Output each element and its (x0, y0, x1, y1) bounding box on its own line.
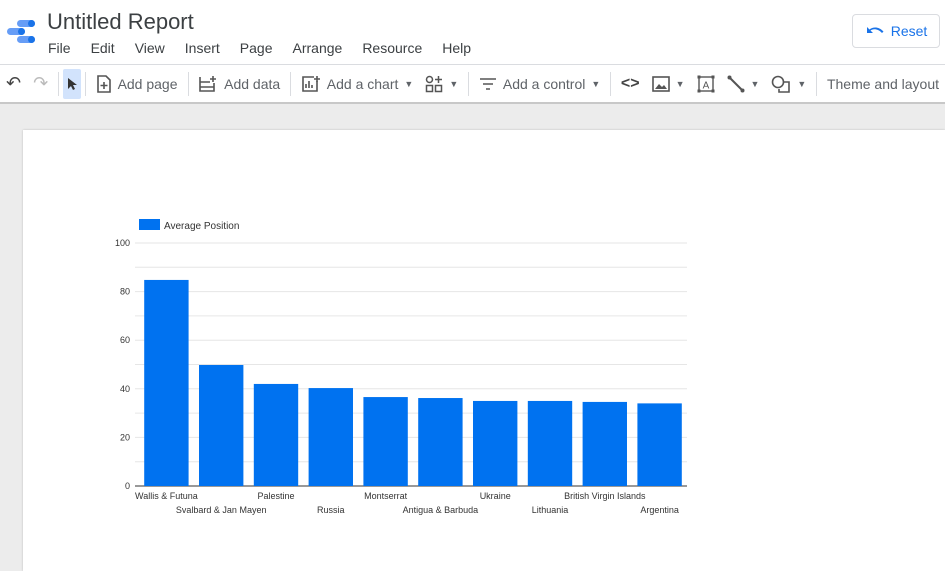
select-tool-button[interactable] (62, 68, 81, 99)
divider (816, 71, 817, 96)
add-control-button[interactable]: Add a control ▼ (473, 69, 606, 99)
dropdown-caret-icon: ▼ (750, 78, 760, 89)
add-chart-icon (301, 75, 320, 92)
menu-view[interactable]: View (125, 40, 175, 56)
legend-label: Average Position (164, 221, 239, 232)
line-button[interactable]: ▼ (721, 69, 766, 99)
dropdown-caret-icon: ▼ (591, 78, 601, 89)
undo-arrow-icon (866, 27, 884, 33)
components-icon (426, 75, 443, 92)
bar (144, 279, 189, 486)
y-tick-label: 40 (120, 384, 130, 394)
bar (473, 400, 518, 486)
shape-button[interactable]: ▼ (765, 69, 812, 99)
add-page-button[interactable]: Add page (90, 69, 184, 99)
text-box-icon: A (697, 75, 714, 92)
code-icon: <> (620, 74, 640, 92)
dropdown-caret-icon: ▼ (675, 78, 685, 89)
redo-button[interactable]: ↷ (27, 69, 54, 99)
add-page-icon (96, 74, 111, 93)
bar (418, 398, 463, 486)
y-tick-label: 80 (120, 287, 130, 297)
bar (527, 400, 573, 486)
report-canvas[interactable]: Wallis & Futuna Svalbard & Jan Mayen Pales… (23, 130, 945, 571)
bar-chart[interactable]: Wallis & Futuna Svalbard & Jan Mayen Pales… (23, 130, 723, 550)
theme-layout-button[interactable]: Theme and layout (821, 69, 945, 99)
add-data-label: Add data (224, 75, 281, 92)
x-tick-label: Svalbard & Jan Mayen (176, 505, 267, 515)
x-tick-label: Russia (317, 505, 345, 515)
menu-edit[interactable]: Edit (81, 40, 125, 56)
image-icon (651, 75, 670, 92)
menu-file[interactable]: File (38, 40, 81, 56)
x-tick-label: Antigua & Barbuda (403, 505, 479, 515)
x-tick-label: Argentina (640, 505, 679, 515)
menu-arrange[interactable]: Arrange (283, 40, 353, 56)
dropdown-caret-icon: ▼ (797, 78, 807, 89)
divider (58, 71, 59, 96)
add-page-label: Add page (117, 75, 178, 92)
community-viz-button[interactable]: ▼ (419, 69, 464, 99)
image-button[interactable]: ▼ (646, 69, 691, 99)
y-tick-label: 100 (115, 238, 130, 248)
menu-resource[interactable]: Resource (352, 40, 432, 56)
bar (582, 401, 627, 486)
bar (308, 388, 353, 486)
filter-icon (479, 77, 496, 90)
line-icon (727, 75, 744, 92)
divider (610, 71, 611, 96)
theme-layout-label: Theme and layout (826, 75, 940, 92)
text-button[interactable]: A (691, 69, 721, 99)
x-tick-label: Lithuania (532, 505, 569, 515)
x-tick-label: Palestine (257, 491, 294, 501)
divider (84, 71, 86, 96)
data-studio-logo-icon[interactable] (5, 15, 37, 47)
divider (187, 71, 189, 96)
add-data-icon (199, 75, 217, 92)
reset-label: Reset (890, 23, 928, 39)
legend-swatch (139, 219, 160, 230)
y-tick-label: 60 (120, 335, 130, 345)
add-chart-label: Add a chart (326, 75, 399, 92)
undo-icon: ↶ (6, 73, 22, 93)
divider (290, 71, 291, 96)
x-tick-label: Ukraine (480, 491, 511, 501)
menu-help[interactable]: Help (432, 40, 481, 56)
y-tick-label: 20 (120, 432, 130, 442)
bar (253, 383, 299, 486)
svg-text:A: A (702, 80, 709, 91)
y-tick-label: 0 (125, 481, 130, 491)
undo-button[interactable]: ↶ (0, 69, 27, 99)
dropdown-caret-icon: ▼ (404, 78, 414, 89)
add-chart-button[interactable]: Add a chart ▼ (295, 69, 420, 99)
reset-button[interactable]: Reset (852, 14, 940, 48)
x-tick-label: British Virgin Islands (564, 491, 646, 501)
add-control-label: Add a control (502, 75, 586, 92)
menu-insert[interactable]: Insert (175, 40, 230, 56)
menu-bar: File Edit View Insert Page Arrange Resou… (38, 40, 481, 56)
redo-icon: ↷ (33, 73, 49, 93)
cursor-icon (67, 77, 77, 90)
shape-icon (772, 75, 791, 93)
toolbar: ↶ ↷ Add page Add data Add a chart ▼ ▼ Add… (0, 64, 945, 104)
bar (363, 397, 408, 486)
app-header: Untitled Report File Edit View Insert Pa… (0, 0, 945, 64)
x-tick-label: Wallis & Futuna (135, 491, 198, 501)
report-title[interactable]: Untitled Report (47, 9, 194, 35)
dropdown-caret-icon: ▼ (449, 78, 459, 89)
bar (637, 403, 682, 486)
menu-page[interactable]: Page (230, 40, 283, 56)
divider (468, 71, 469, 96)
x-tick-label: Montserrat (364, 491, 408, 501)
add-data-button[interactable]: Add data (192, 69, 286, 99)
bar (199, 364, 244, 486)
embed-url-button[interactable]: <> (615, 69, 646, 99)
